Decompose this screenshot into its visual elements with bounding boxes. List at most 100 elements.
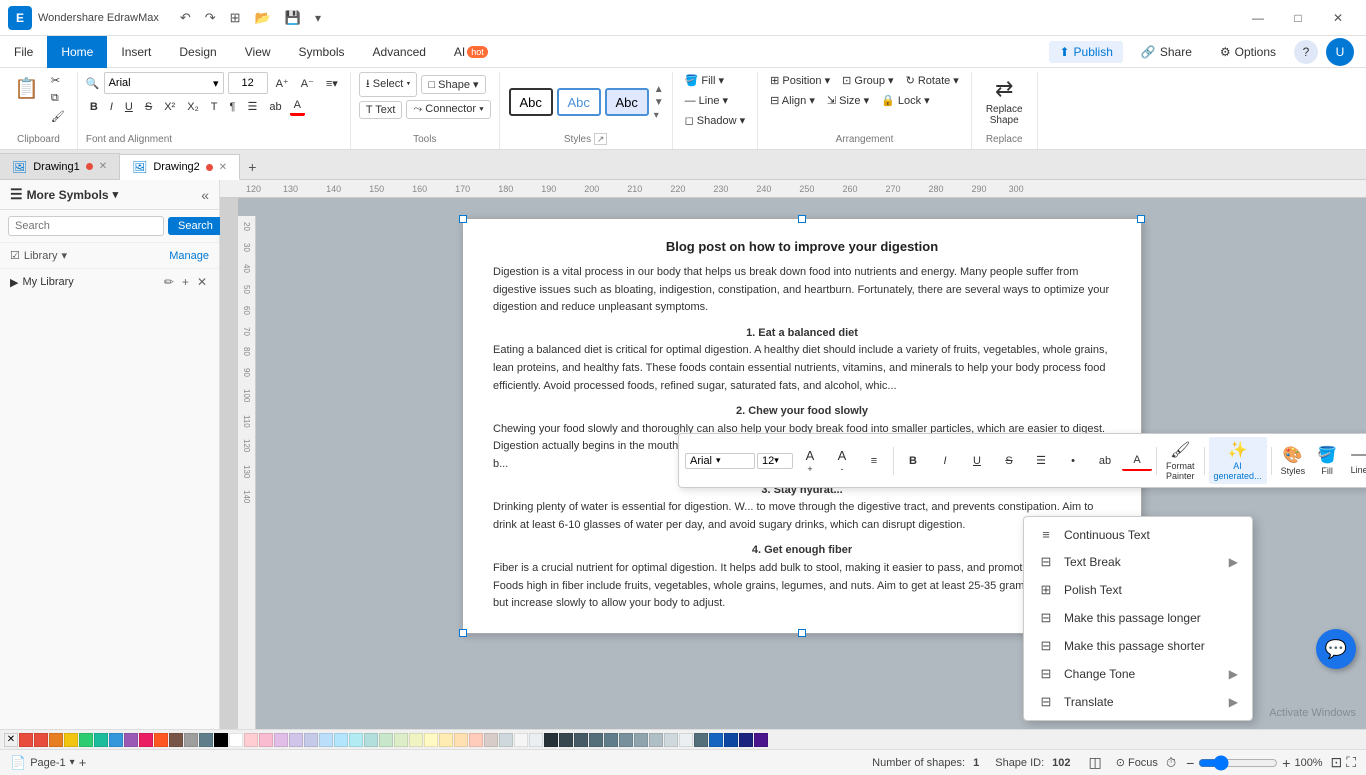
paste-btn[interactable]: 📋 (8, 72, 45, 105)
focus-btn[interactable]: ⊙ Focus (1116, 756, 1158, 769)
color-swatch[interactable] (229, 733, 243, 747)
color-swatch[interactable] (334, 733, 348, 747)
superscript-btn[interactable]: X² (160, 99, 179, 115)
library-label[interactable]: ☑ Library ▾ Manage (10, 249, 209, 262)
more-btn[interactable]: ▾ (310, 8, 326, 28)
color-swatch[interactable] (289, 733, 303, 747)
ctx-change-tone[interactable]: ⊟ Change Tone ▶ (1024, 660, 1252, 688)
selection-handle-bl[interactable] (459, 629, 467, 637)
bold-btn[interactable]: B (86, 99, 102, 115)
ft-strikethrough-btn[interactable]: S (994, 452, 1024, 470)
menu-item-symbols[interactable]: Symbols (285, 36, 359, 68)
color-swatch[interactable] (694, 733, 708, 747)
close-btn[interactable]: ✕ (1318, 4, 1358, 32)
highlight-btn[interactable]: ab (265, 99, 285, 115)
share-btn[interactable]: 🔗 Share (1131, 41, 1202, 63)
ft-size-selector[interactable]: 12 ▾ (757, 453, 793, 469)
chatbot-btn[interactable]: 💬 (1316, 629, 1356, 669)
color-swatch[interactable] (34, 733, 48, 747)
ft-font-selector[interactable]: Arial ▾ (685, 453, 755, 469)
italic-btn[interactable]: I (106, 99, 117, 115)
ft-fill-btn[interactable]: 🪣 Fill (1312, 442, 1342, 479)
color-swatch[interactable] (724, 733, 738, 747)
color-swatch[interactable] (124, 733, 138, 747)
fullscreen-btn[interactable]: ⛶ (1346, 754, 1356, 771)
position-btn[interactable]: ⊞ Position ▾ (766, 72, 834, 89)
color-swatch[interactable] (154, 733, 168, 747)
tab-drawing2[interactable]: 🖼 Drawing2 ✕ (120, 154, 240, 180)
color-swatch[interactable] (619, 733, 633, 747)
selection-handle-tr[interactable] (1137, 215, 1145, 223)
shadow-btn[interactable]: ◻ Shadow ▾ (681, 112, 750, 129)
color-swatch[interactable] (64, 733, 78, 747)
color-swatch[interactable] (274, 733, 288, 747)
selection-handle-bm[interactable] (798, 629, 806, 637)
menu-item-home[interactable]: Home (47, 36, 107, 68)
increase-font-btn[interactable]: A⁺ (272, 75, 293, 92)
select-btn[interactable]: ⭳ Select ▾ (359, 72, 418, 97)
layers-icon[interactable]: ◫ (1089, 754, 1102, 771)
color-swatch[interactable] (19, 733, 33, 747)
color-swatch[interactable] (424, 733, 438, 747)
color-swatch[interactable] (259, 733, 273, 747)
menu-item-advanced[interactable]: Advanced (359, 36, 440, 68)
ctx-polish-text[interactable]: ⊞ Polish Text (1024, 576, 1252, 604)
format-painter-ribbon-btn[interactable]: 🖌 (47, 108, 69, 125)
add-page-btn[interactable]: + (79, 755, 87, 770)
styles-expand-btn[interactable]: ↗ (594, 133, 608, 145)
no-color-btn[interactable]: ✕ (4, 733, 18, 747)
strikethrough-btn[interactable]: S (141, 99, 156, 115)
ft-line-btn[interactable]: — Line (1344, 443, 1366, 478)
color-swatch[interactable] (214, 733, 228, 747)
rotate-btn[interactable]: ↻ Rotate ▾ (902, 72, 963, 89)
style-box-1[interactable]: Abc (509, 88, 553, 116)
search-input[interactable] (8, 216, 164, 236)
color-swatch[interactable] (184, 733, 198, 747)
text-btn[interactable]: T Text (359, 101, 403, 119)
color-swatch[interactable] (169, 733, 183, 747)
color-swatch[interactable] (529, 733, 543, 747)
tab-drawing1[interactable]: 🖼 Drawing1 ✕ (0, 153, 120, 179)
color-swatch[interactable] (754, 733, 768, 747)
color-swatch[interactable] (394, 733, 408, 747)
color-swatch[interactable] (664, 733, 678, 747)
color-swatch[interactable] (634, 733, 648, 747)
underline-btn[interactable]: U (121, 99, 137, 115)
color-swatch[interactable] (364, 733, 378, 747)
menu-item-design[interactable]: Design (165, 36, 230, 68)
menu-item-file[interactable]: File (0, 36, 47, 68)
color-swatch[interactable] (349, 733, 363, 747)
zoom-out-btn[interactable]: − (1186, 755, 1194, 771)
selection-handle-tl[interactable] (459, 215, 467, 223)
connector-btn[interactable]: ⤳ Connector ▾ (406, 100, 490, 119)
color-swatch[interactable] (199, 733, 213, 747)
ctx-translate[interactable]: ⊟ Translate ▶ (1024, 688, 1252, 716)
replace-shape-btn[interactable]: ⇄ Replace Shape (980, 72, 1029, 130)
canvas-area[interactable]: 120 130 140 150 160 170 180 190 200 210 … (220, 180, 1366, 729)
canvas-content[interactable]: 20 30 40 50 60 70 80 90 100 110 120 130 … (238, 198, 1366, 729)
font-selector[interactable]: Arial ▾ (104, 72, 224, 94)
color-swatch[interactable] (499, 733, 513, 747)
my-library-label[interactable]: ▶ My Library (10, 276, 74, 289)
sidebar-dropdown-icon[interactable]: ▾ (113, 188, 119, 201)
search-button[interactable]: Search (168, 217, 223, 235)
lock-btn[interactable]: 🔒 Lock ▾ (877, 92, 934, 109)
line-btn[interactable]: — Line ▾ (681, 92, 732, 109)
help-btn[interactable]: ? (1294, 40, 1318, 64)
color-swatch[interactable] (49, 733, 63, 747)
size-btn[interactable]: ⇲ Size ▾ (823, 92, 873, 109)
tab-drawing2-close[interactable]: ✕ (219, 162, 227, 173)
shape-btn[interactable]: □ Shape ▾ (421, 75, 485, 94)
new-btn[interactable]: ⊞ (225, 7, 246, 29)
align-btn[interactable]: ≡▾ (322, 75, 342, 92)
cut-btn[interactable]: ✂ (47, 72, 69, 89)
ft-italic-btn[interactable]: I (930, 452, 960, 470)
text-style-btn[interactable]: T (207, 99, 222, 115)
ctx-make-shorter[interactable]: ⊟ Make this passage shorter (1024, 632, 1252, 660)
ctx-text-break[interactable]: ⊟ Text Break ▶ (1024, 548, 1252, 576)
color-swatch[interactable] (544, 733, 558, 747)
style-box-3[interactable]: Abc (605, 88, 649, 116)
ft-styles-btn[interactable]: 🎨 Styles (1276, 442, 1311, 479)
copy-btn[interactable]: ⧉ (47, 90, 69, 107)
color-swatch[interactable] (559, 733, 573, 747)
